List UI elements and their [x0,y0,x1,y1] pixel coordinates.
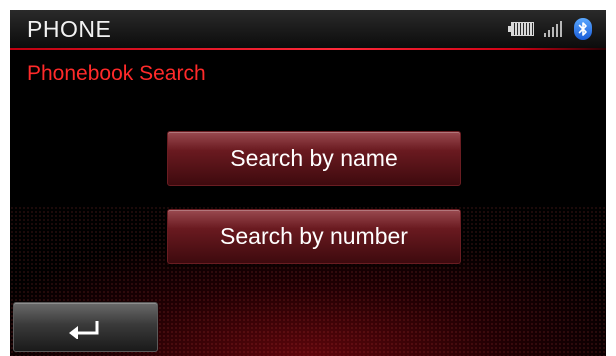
search-by-name-button[interactable]: Search by name [167,131,461,186]
back-button[interactable] [13,302,158,352]
search-by-name-label: Search by name [230,145,398,171]
search-by-number-button[interactable]: Search by number [167,209,461,264]
header-bar: PHONE [10,10,606,48]
screen-subtitle: Phonebook Search [27,62,206,85]
battery-icon [508,22,534,36]
phone-screen: PHONE Phonebook Search Search by name Se… [10,10,606,356]
search-by-number-label: Search by number [220,223,408,249]
back-arrow-icon [68,321,98,339]
page-title: PHONE [27,16,112,42]
signal-strength-icon [544,21,562,37]
header-divider [10,48,606,50]
bluetooth-icon [574,18,592,40]
status-icons [508,18,592,40]
